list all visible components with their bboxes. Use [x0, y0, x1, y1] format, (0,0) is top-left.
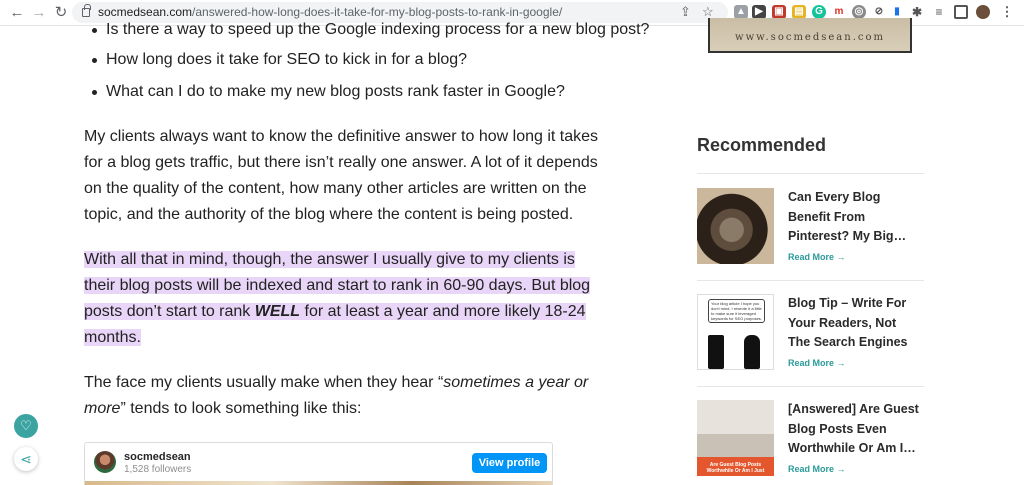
read-more-link[interactable]: Read More → — [788, 358, 846, 368]
reload-icon[interactable]: ↻ — [52, 4, 70, 22]
sidebar-banner-image[interactable]: www.socmedsean.com — [708, 18, 912, 53]
divider — [697, 280, 924, 281]
extension-icon[interactable]: ⊘ — [872, 5, 886, 19]
recommended-heading: Recommended — [697, 135, 827, 155]
heart-icon[interactable]: ♡ — [14, 414, 38, 438]
emphasis-well: WELL — [254, 303, 301, 320]
paragraph-line: topic, and the authority of the blog whe… — [84, 206, 574, 223]
paragraph-intro: My clients always want to know the defin… — [84, 124, 604, 228]
kebab-menu-icon[interactable]: ⋮ — [1000, 5, 1014, 19]
recommended-item[interactable]: Your blog article I hope you don't mind.… — [697, 294, 924, 380]
banner-text: www.socmedsean.com — [735, 32, 885, 43]
lock-icon[interactable] — [82, 4, 91, 17]
extension-icon[interactable]: ▲ — [734, 5, 748, 19]
sidebar-icon[interactable] — [954, 5, 968, 19]
paragraph-line: The face my clients usually make when th… — [84, 374, 589, 391]
recommended-item[interactable]: Are Guest Blog Posts Worthwhile Or Am I … — [697, 400, 924, 485]
divider — [697, 386, 924, 387]
chart-extension-icon[interactable]: ▮ — [890, 5, 904, 19]
puzzle-extensions-icon[interactable]: ✱ — [910, 5, 924, 19]
share-network-icon[interactable]: ⋖ — [14, 447, 38, 471]
recommended-thumbnail[interactable] — [697, 188, 774, 264]
extension-icon[interactable]: ▤ — [792, 5, 806, 19]
profile-avatar[interactable] — [976, 5, 990, 19]
extension-icon[interactable]: ◎ — [852, 5, 866, 19]
embed-username[interactable]: socmedsean — [124, 451, 191, 463]
paragraph-line: With all that in mind, though, the answe… — [84, 251, 575, 268]
comic-speech-bubble: Your blog article I hope you don't mind.… — [708, 299, 765, 323]
highlighted-paragraph: With all that in mind, though, the answe… — [84, 247, 604, 351]
read-more-link[interactable]: Read More → — [788, 464, 846, 474]
recommended-item[interactable]: Can Every Blog Benefit From Pinterest? M… — [697, 188, 924, 274]
grammarly-icon[interactable]: G — [812, 5, 826, 19]
embed-followers: 1,528 followers — [124, 464, 192, 475]
paragraph-line: for a blog gets traffic, but there isn’t… — [84, 154, 598, 171]
paragraph-line: more” tends to look something like this: — [84, 400, 362, 417]
list-item: Is there a way to speed up the Google in… — [91, 21, 650, 38]
paragraph-line: My clients always want to know the defin… — [84, 128, 599, 145]
recommended-title[interactable]: [Answered] Are Guest Blog Posts Even Wor… — [788, 400, 928, 459]
divider — [697, 173, 924, 174]
list-item: What can I do to make my new blog posts … — [92, 83, 565, 100]
paragraph-face: The face my clients usually make when th… — [84, 370, 604, 422]
reading-list-icon[interactable]: ≡ — [932, 5, 946, 19]
paragraph-line: their blog posts will be indexed and sta… — [84, 277, 591, 294]
avatar[interactable] — [94, 451, 116, 473]
view-profile-button[interactable]: View profile — [472, 453, 547, 473]
recommended-thumbnail[interactable]: Your blog article I hope you don't mind.… — [697, 294, 774, 370]
url-text[interactable]: socmedsean.com/answered-how-long-does-it… — [98, 5, 562, 19]
extension-icon[interactable]: ▣ — [772, 5, 786, 19]
comic-figure — [744, 335, 760, 369]
comic-figure — [708, 335, 724, 369]
thumbnail-caption: Are Guest Blog Posts Worthwhile Or Am I … — [706, 462, 765, 474]
recommended-title[interactable]: Can Every Blog Benefit From Pinterest? M… — [788, 188, 928, 247]
paragraph-line: months. — [84, 329, 141, 346]
extension-icon[interactable]: ▶ — [752, 5, 766, 19]
list-item: How long does it take for SEO to kick in… — [91, 51, 468, 68]
recommended-title[interactable]: Blog Tip – Write For Your Readers, Not T… — [788, 294, 928, 353]
share-icon[interactable]: ⇪ — [680, 4, 691, 20]
paragraph-line: posts don’t start to rank WELL for at le… — [84, 303, 586, 320]
forward-arrow-icon[interactable]: → — [30, 4, 48, 22]
extension-icon[interactable]: m — [832, 5, 846, 19]
embed-image[interactable] — [85, 481, 552, 485]
instagram-embed: socmedsean 1,528 followers View profile — [84, 442, 553, 485]
back-arrow-icon[interactable]: ← — [8, 4, 26, 22]
recommended-thumbnail[interactable]: Are Guest Blog Posts Worthwhile Or Am I … — [697, 400, 774, 476]
read-more-link[interactable]: Read More → — [788, 252, 846, 262]
paragraph-line: on the quality of the content, how many … — [84, 180, 587, 197]
